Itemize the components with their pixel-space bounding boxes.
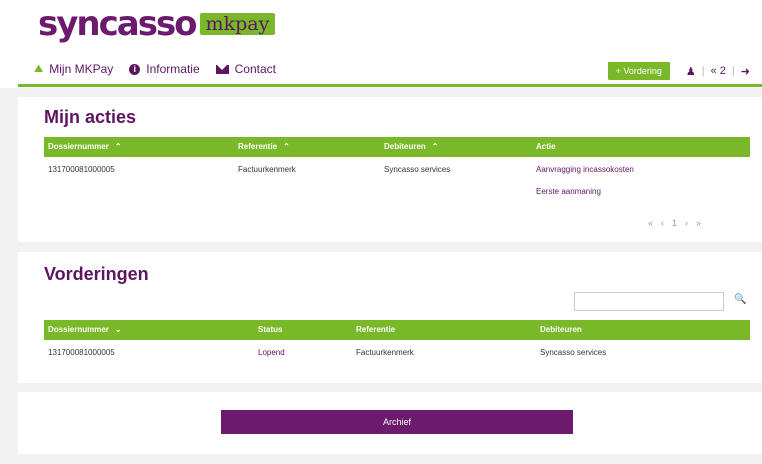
col-debiteuren: Debiteuren bbox=[540, 320, 582, 340]
acties-table-header: Dossiernummer ⌃ Referentie ⌃ Debiteuren ⌃ A… bbox=[44, 137, 750, 157]
logo[interactable]: syncasso mkpay bbox=[38, 4, 276, 44]
cell-dossier[interactable]: 131700081000005 bbox=[48, 348, 115, 357]
col-label: Debiteuren bbox=[540, 325, 582, 334]
user-icon[interactable]: ♟ bbox=[686, 65, 696, 78]
app-header: syncasso mkpay ⛰ Mijn MKPay i Informatie… bbox=[0, 0, 762, 88]
logout-icon[interactable]: ➜ bbox=[741, 65, 750, 78]
logo-syncasso: syncasso bbox=[38, 4, 198, 44]
caret-up-icon: ⌃ bbox=[114, 142, 122, 151]
archief-panel: Archief bbox=[18, 392, 762, 454]
col-referentie[interactable]: Referentie ⌃ bbox=[238, 137, 290, 157]
main-nav: ⛰ Mijn MKPay i Informatie Contact bbox=[34, 62, 292, 76]
caret-up-icon: ⌃ bbox=[431, 142, 439, 151]
caret-down-icon: ⌄ bbox=[114, 325, 122, 334]
acties-title: Mijn acties bbox=[44, 107, 137, 127]
nav-contact[interactable]: Contact bbox=[215, 62, 276, 76]
col-label: Referentie bbox=[356, 325, 396, 334]
nav-label: Mijn MKPay bbox=[49, 62, 114, 76]
nav-mijn-mkpay[interactable]: ⛰ Mijn MKPay bbox=[34, 62, 113, 76]
cell-actie[interactable]: Eerste aanmaning bbox=[536, 187, 601, 196]
col-actie: Actie bbox=[536, 137, 556, 157]
vorderingen-title: Vorderingen bbox=[44, 264, 149, 284]
col-dossiernummer[interactable]: Dossiernummer ⌄ bbox=[48, 320, 122, 340]
divider: | bbox=[701, 65, 705, 77]
header-tools: + Vordering ♟ | « 2 | ➜ bbox=[607, 62, 754, 80]
search-icon[interactable]: 🔍 bbox=[734, 294, 746, 305]
pagination: « ‹ 1 › » bbox=[648, 218, 709, 228]
col-debiteuren[interactable]: Debiteuren ⌃ bbox=[384, 137, 439, 157]
archief-button[interactable]: Archief bbox=[221, 410, 573, 434]
cell-debiteur: Syncasso services bbox=[384, 165, 451, 174]
col-label: Dossiernummer bbox=[48, 325, 109, 334]
cell-debiteur: Syncasso services bbox=[540, 348, 607, 357]
col-referentie: Referentie bbox=[356, 320, 395, 340]
nav-label: Informatie bbox=[146, 62, 200, 76]
header-underline bbox=[18, 84, 762, 87]
info-icon: i bbox=[129, 63, 141, 75]
search-input[interactable] bbox=[574, 292, 724, 311]
cell-status: Lopend bbox=[258, 348, 285, 357]
col-dossiernummer[interactable]: Dossiernummer ⌃ bbox=[48, 137, 122, 157]
mail-icon bbox=[215, 64, 229, 74]
col-label: Dossiernummer bbox=[48, 142, 109, 151]
divider: | bbox=[731, 65, 735, 77]
col-label: Actie bbox=[536, 142, 556, 151]
pager-last[interactable]: » bbox=[696, 218, 701, 228]
nav-label: Contact bbox=[234, 62, 276, 76]
col-label: Debiteuren bbox=[384, 142, 426, 151]
add-vordering-button[interactable]: + Vordering bbox=[607, 62, 670, 80]
logo-mkpay: mkpay bbox=[199, 13, 276, 35]
language-switch[interactable]: « 2 bbox=[711, 65, 726, 77]
pager-page[interactable]: 1 bbox=[672, 218, 677, 228]
acties-panel: Mijn acties Dossiernummer ⌃ Referentie ⌃ D… bbox=[18, 97, 762, 242]
nav-informatie[interactable]: i Informatie bbox=[129, 62, 200, 76]
vorderingen-table-header: Dossiernummer ⌄ Status Referentie Debiteu… bbox=[44, 320, 750, 340]
pager-next[interactable]: › bbox=[685, 218, 688, 228]
cell-dossier[interactable]: 131700081000005 bbox=[48, 165, 115, 174]
col-label: Status bbox=[258, 325, 283, 334]
cell-referentie: Factuurkenmerk bbox=[238, 165, 296, 174]
vorderingen-panel: Vorderingen 🔍 Dossiernummer ⌄ Status Refe… bbox=[18, 252, 762, 383]
home-icon: ⛰ bbox=[34, 62, 44, 75]
cell-actie[interactable]: Aanvragging incassokosten bbox=[536, 165, 634, 174]
col-status: Status bbox=[258, 320, 282, 340]
pager-first[interactable]: « bbox=[648, 218, 653, 228]
cell-referentie: Factuurkenmerk bbox=[356, 348, 414, 357]
caret-up-icon: ⌃ bbox=[283, 142, 290, 151]
pager-prev[interactable]: ‹ bbox=[661, 218, 664, 228]
col-label: Referentie bbox=[238, 142, 278, 151]
